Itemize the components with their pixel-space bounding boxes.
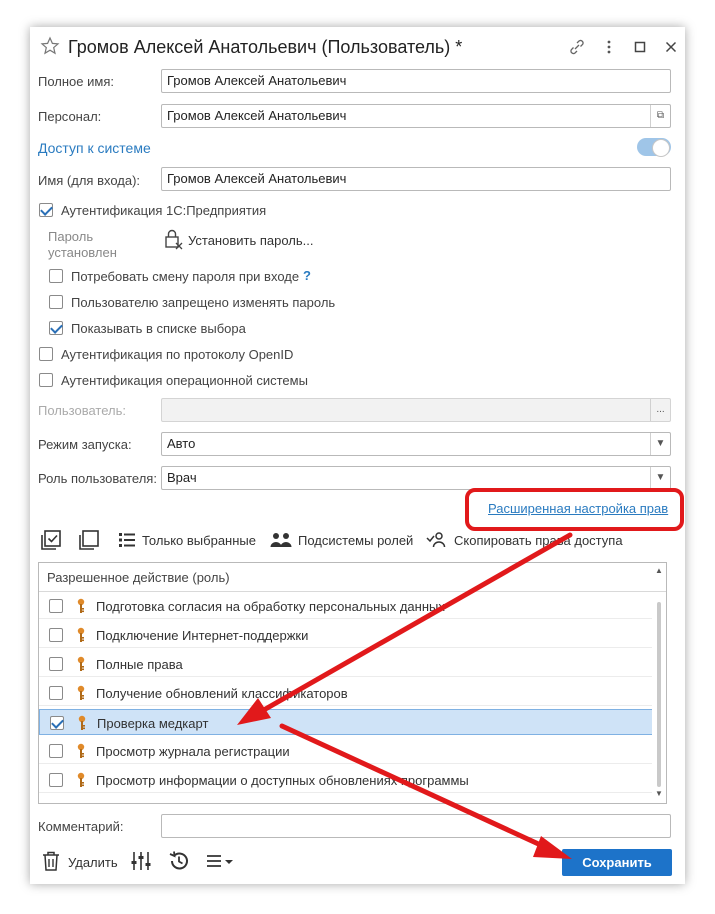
- annotation-arrows: [237, 532, 573, 859]
